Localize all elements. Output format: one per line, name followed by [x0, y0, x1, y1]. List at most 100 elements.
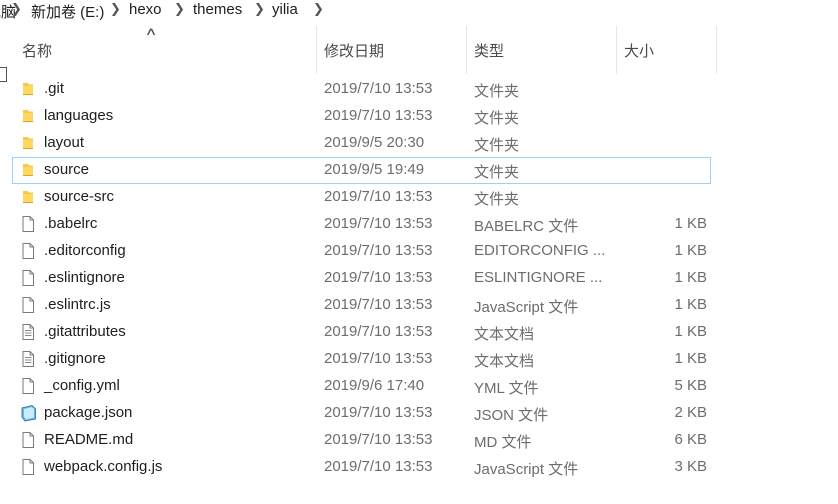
file-name: .eslintignore — [44, 269, 125, 286]
file-date: 2019/7/10 13:53 — [324, 215, 433, 232]
file-type: ESLINTIGNORE ... — [474, 269, 603, 286]
column-date[interactable]: 修改日期 — [324, 40, 384, 61]
file-date: 2019/7/10 13:53 — [324, 431, 433, 448]
file-date: 2019/7/10 13:53 — [324, 350, 433, 367]
file-icon — [20, 431, 36, 449]
column-header: ∧ 名称 修改日期 类型 大小 — [0, 26, 838, 82]
file-row[interactable]: .gitignore 2019/7/10 13:53 文本文档 1 KB — [0, 346, 838, 373]
file-size: 1 KB — [674, 350, 707, 367]
file-size: 6 KB — [674, 431, 707, 448]
file-date: 2019/7/10 13:53 — [324, 242, 433, 259]
folder-icon — [20, 107, 36, 125]
file-date: 2019/9/5 20:30 — [324, 134, 425, 151]
sort-ascending-icon: ∧ — [144, 26, 158, 38]
chevron-right-icon[interactable]: ❯ — [110, 1, 121, 17]
file-row[interactable]: source 2019/9/5 19:49 文件夹 — [0, 157, 838, 184]
file-row[interactable]: webpack.config.js 2019/7/10 13:53 JavaScri… — [0, 454, 838, 481]
file-type: 文件夹 — [474, 191, 520, 208]
folder-icon — [20, 161, 36, 179]
file-type: JavaScript 文件 — [474, 461, 579, 478]
file-date: 2019/9/6 17:40 — [324, 377, 425, 394]
file-date: 2019/7/10 13:53 — [324, 296, 433, 313]
file-name: source-src — [44, 188, 115, 205]
file-icon — [20, 215, 36, 233]
text-file-icon — [20, 323, 36, 341]
file-size: 3 KB — [674, 458, 707, 475]
breadcrumb-yilia[interactable]: yilia — [272, 1, 298, 18]
file-type: BABELRC 文件 — [474, 218, 579, 235]
chevron-right-icon[interactable]: ❯ — [313, 1, 324, 17]
file-type: 文件夹 — [474, 83, 520, 100]
file-size: 5 KB — [674, 377, 707, 394]
file-row[interactable]: package.json 2019/7/10 13:53 JSON 文件 2 KB — [0, 400, 838, 427]
column-name[interactable]: 名称 — [22, 40, 52, 61]
breadcrumb-drive[interactable]: 新加卷 (E:) — [31, 1, 104, 22]
folder-icon — [20, 80, 36, 98]
file-name: .git — [44, 80, 65, 97]
file-name: languages — [44, 107, 114, 124]
file-type: YML 文件 — [474, 380, 539, 397]
file-size: 1 KB — [674, 296, 707, 313]
file-date: 2019/9/5 19:49 — [324, 161, 425, 178]
column-size[interactable]: 大小 — [624, 40, 654, 61]
file-type: 文件夹 — [474, 110, 520, 127]
file-row[interactable]: .git 2019/7/10 13:53 文件夹 — [0, 76, 838, 103]
file-size: 1 KB — [674, 269, 707, 286]
file-date: 2019/7/10 13:53 — [324, 323, 433, 340]
file-icon — [20, 458, 36, 476]
folder-icon — [20, 188, 36, 206]
file-name: .editorconfig — [44, 242, 126, 259]
json-file-icon — [20, 404, 36, 422]
file-size: 1 KB — [674, 242, 707, 259]
file-row[interactable]: _config.yml 2019/9/6 17:40 YML 文件 5 KB — [0, 373, 838, 400]
file-type: 文本文档 — [474, 353, 535, 370]
breadcrumb-hexo[interactable]: hexo — [129, 1, 162, 18]
file-name: package.json — [44, 404, 133, 421]
breadcrumb: 电脑 ❯ 新加卷 (E:) ❯ hexo ❯ themes ❯ yilia ❯ — [0, 0, 838, 22]
file-type: 文件夹 — [474, 137, 520, 154]
file-row[interactable]: .eslintignore 2019/7/10 13:53 ESLINTIGNORE… — [0, 265, 838, 292]
file-row[interactable]: .babelrc 2019/7/10 13:53 BABELRC 文件 1 KB — [0, 211, 838, 238]
chevron-right-icon[interactable]: ❯ — [11, 1, 22, 17]
file-name: webpack.config.js — [44, 458, 163, 475]
column-type[interactable]: 类型 — [474, 40, 504, 61]
file-icon — [20, 296, 36, 314]
column-divider[interactable] — [716, 26, 717, 74]
file-name: layout — [44, 134, 85, 151]
file-type: JavaScript 文件 — [474, 299, 579, 316]
chevron-right-icon[interactable]: ❯ — [174, 1, 185, 17]
file-date: 2019/7/10 13:53 — [324, 107, 433, 124]
file-name: .gitattributes — [44, 323, 126, 340]
file-row[interactable]: layout 2019/9/5 20:30 文件夹 — [0, 130, 838, 157]
file-icon — [20, 269, 36, 287]
file-name: .eslintrc.js — [44, 296, 111, 313]
file-name: _config.yml — [44, 377, 120, 394]
file-type: MD 文件 — [474, 434, 532, 451]
file-date: 2019/7/10 13:53 — [324, 404, 433, 421]
file-row[interactable]: .editorconfig 2019/7/10 13:53 EDITORCONFIG… — [0, 238, 838, 265]
file-name: README.md — [44, 431, 134, 448]
column-divider[interactable] — [466, 26, 467, 74]
file-row[interactable]: source-src 2019/7/10 13:53 文件夹 — [0, 184, 838, 211]
file-row[interactable]: .eslintrc.js 2019/7/10 13:53 JavaScript 文件… — [0, 292, 838, 319]
chevron-right-icon[interactable]: ❯ — [254, 1, 265, 17]
column-divider[interactable] — [616, 26, 617, 74]
breadcrumb-themes[interactable]: themes — [193, 1, 242, 18]
file-name: .gitignore — [44, 350, 106, 367]
file-date: 2019/7/10 13:53 — [324, 80, 433, 97]
file-row[interactable]: README.md 2019/7/10 13:53 MD 文件 6 KB — [0, 427, 838, 454]
file-row[interactable]: .gitattributes 2019/7/10 13:53 文本文档 1 KB — [0, 319, 838, 346]
file-row[interactable]: languages 2019/7/10 13:53 文件夹 — [0, 103, 838, 130]
file-type: 文本文档 — [474, 326, 535, 343]
file-date: 2019/7/10 13:53 — [324, 269, 433, 286]
file-type: JSON 文件 — [474, 407, 549, 424]
file-size: 2 KB — [674, 404, 707, 421]
folder-icon — [20, 134, 36, 152]
column-divider[interactable] — [316, 26, 317, 74]
file-date: 2019/7/10 13:53 — [324, 458, 433, 475]
file-size: 1 KB — [674, 323, 707, 340]
file-name: source — [44, 161, 90, 178]
text-file-icon — [20, 350, 36, 368]
file-type: 文件夹 — [474, 164, 520, 181]
file-name: .babelrc — [44, 215, 98, 232]
